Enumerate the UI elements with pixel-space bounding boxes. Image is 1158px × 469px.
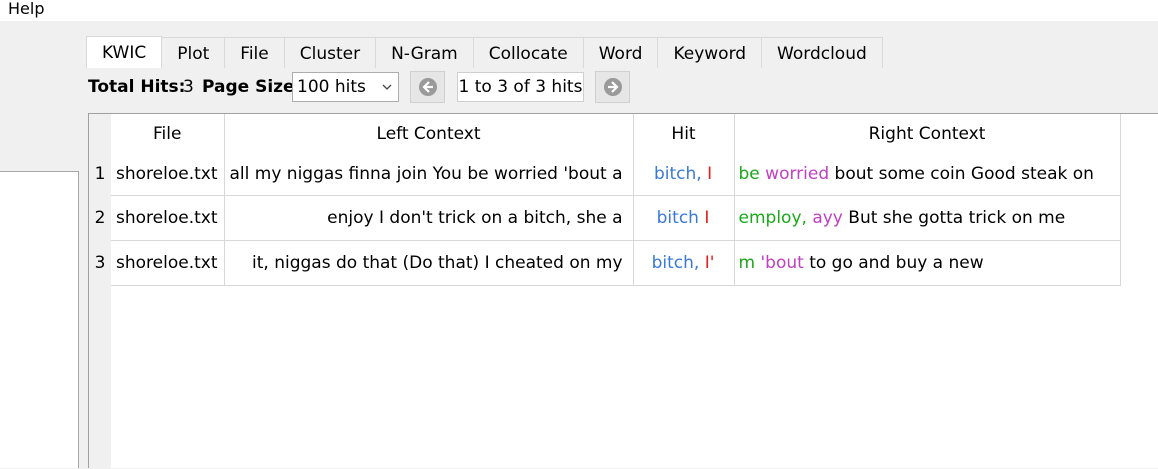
page-size-label: Page Size	[202, 77, 295, 97]
hit-word-second: I	[707, 164, 713, 185]
hit-word-second: I	[704, 207, 710, 228]
hit-word: bitch	[656, 207, 699, 228]
right-word-second: ayy	[812, 207, 843, 228]
left-context-cell: enjoy I don't trick on a bitch, she a	[224, 194, 634, 240]
page-range-display: 1 to 3 of 3 hits	[457, 72, 584, 102]
hit-word-second: I'	[704, 252, 715, 273]
chevron-down-icon	[382, 84, 392, 90]
table-row[interactable]: 3 shoreloe.txt it, niggas do that (Do th…	[89, 239, 1121, 286]
tab-plot[interactable]: Plot	[161, 37, 226, 68]
column-header-right-context[interactable]: Right Context	[734, 114, 1121, 154]
column-header-file[interactable]: File	[111, 114, 225, 154]
prev-page-button[interactable]	[410, 71, 445, 103]
right-context-cell: employ, ayy But she gotta trick on me	[734, 194, 1121, 240]
right-context-rest: to go and buy a new	[809, 252, 984, 273]
file-cell: shoreloe.txt	[111, 154, 225, 195]
kwic-toolbar: Total Hits: 3 Page Size 100 hits 1 to 3 …	[88, 70, 1158, 104]
kwic-results-grid: File Left Context Hit Right Context 1 sh…	[88, 113, 1158, 469]
arrow-right-circle-icon	[604, 78, 622, 96]
next-page-button[interactable]	[595, 71, 630, 103]
right-word-first: employ,	[738, 207, 807, 228]
arrow-left-circle-icon	[419, 78, 437, 96]
menu-help[interactable]: Help	[8, 0, 44, 19]
header-row: File Left Context Hit Right Context	[89, 114, 1121, 154]
tab-collocate[interactable]: Collocate	[472, 37, 584, 68]
menu-bar: Help	[0, 0, 1158, 21]
right-context-cell: be worried bout some coin Good steak on	[734, 154, 1121, 195]
right-word-second: 'bout	[760, 252, 804, 273]
tab-keyword[interactable]: Keyword	[657, 37, 763, 68]
tab-bar: KWIC Plot File Cluster N-Gram Collocate …	[86, 36, 883, 68]
tab-ngram[interactable]: N-Gram	[375, 37, 474, 68]
hit-cell: bitch I	[633, 194, 735, 240]
table-row[interactable]: 2 shoreloe.txt enjoy I don't trick on a …	[89, 194, 1121, 240]
column-header-left-context[interactable]: Left Context	[224, 114, 634, 154]
table-row[interactable]: 1 shoreloe.txt all my niggas finna join …	[89, 154, 1121, 195]
hit-cell: bitch, I'	[633, 239, 735, 286]
total-hits-label: Total Hits:	[88, 77, 186, 97]
row-number: 1	[89, 154, 111, 195]
tab-kwic[interactable]: KWIC	[86, 36, 163, 68]
row-number: 2	[89, 194, 111, 240]
hit-cell: bitch, I	[633, 154, 735, 195]
left-pane	[0, 171, 79, 468]
tab-word[interactable]: Word	[582, 37, 659, 68]
kwic-table: File Left Context Hit Right Context 1 sh…	[89, 114, 1121, 286]
corner-cell	[89, 114, 111, 154]
tab-wordcloud[interactable]: Wordcloud	[761, 37, 883, 68]
left-context-cell: it, niggas do that (Do that) I cheated o…	[224, 239, 634, 286]
right-context-rest: But she gotta trick on me	[848, 207, 1066, 228]
tab-file[interactable]: File	[224, 37, 285, 68]
right-word-first: be	[738, 164, 760, 185]
tab-cluster[interactable]: Cluster	[283, 37, 377, 68]
right-word-first: m	[738, 252, 756, 273]
page-size-select[interactable]: 100 hits	[292, 72, 399, 102]
row-number: 3	[89, 239, 111, 285]
page-size-value: 100 hits	[297, 77, 366, 97]
file-cell: shoreloe.txt	[111, 194, 225, 240]
right-context-cell: m 'bout to go and buy a new	[734, 239, 1121, 286]
hit-word: bitch,	[651, 252, 700, 273]
right-word-second: worried	[765, 164, 830, 185]
file-cell: shoreloe.txt	[111, 239, 225, 286]
left-context-cell: all my niggas finna join You be worried …	[224, 154, 634, 195]
hit-word: bitch,	[653, 164, 702, 185]
total-hits-value: 3	[183, 77, 194, 97]
column-header-hit[interactable]: Hit	[633, 114, 735, 154]
right-context-rest: bout some coin Good steak on	[834, 164, 1094, 185]
